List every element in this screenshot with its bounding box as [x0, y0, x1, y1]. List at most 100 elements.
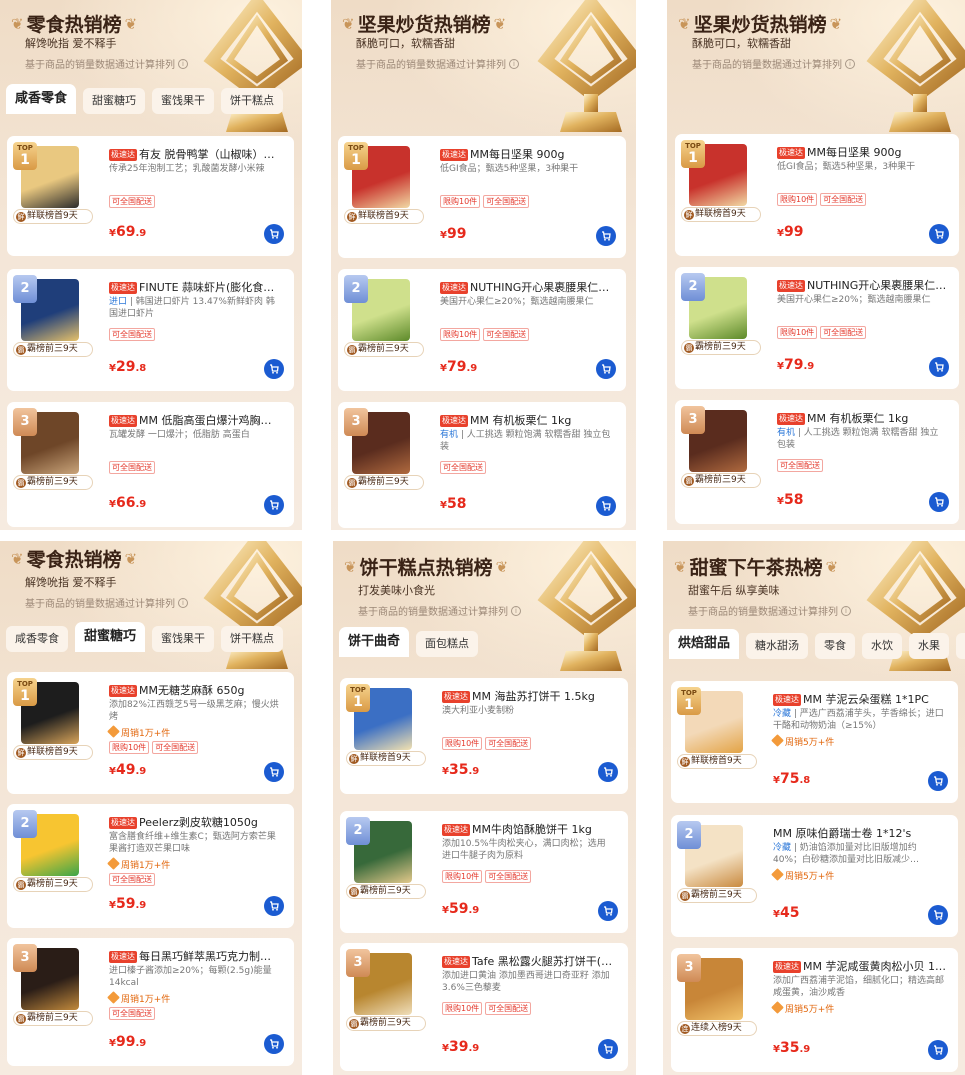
product-card[interactable]: TOP 1 鲜鲜联榜首9天 极速达 MM每日坚果 900g 低GI食品；甄选5种坚果，3种… — [675, 134, 959, 256]
currency-symbol: ¥ — [109, 900, 116, 911]
add-to-cart-button[interactable] — [929, 224, 949, 244]
product-card[interactable]: 2 霸霸榜前三9天 极速达 NUTHING开心果裹腰果仁… 美国开心果仁≥20%；甄选越… — [338, 269, 626, 391]
category-tab[interactable]: 面包糕点 — [416, 631, 479, 657]
category-tab[interactable]: 甜蜜糖巧 — [75, 622, 146, 652]
category-tab[interactable]: 水饮 — [862, 633, 903, 659]
product-desc: 低GI食品；甄选5种坚果，3种果干 — [440, 163, 612, 175]
product-card[interactable]: TOP 1 鲜鲜联榜首9天 极速达 MM每日坚果 900g 低GI食品；甄选5种坚果，3种… — [338, 136, 626, 258]
add-to-cart-button[interactable] — [264, 762, 284, 782]
product-title[interactable]: 极速达 MM无糖芝麻酥 650g — [109, 682, 284, 698]
product-card[interactable]: TOP 1 鲜鲜联榜首9天 极速达 MM无糖芝麻酥 650g 添加82%江西赣芝5号一级黑… — [7, 672, 294, 794]
add-to-cart-button[interactable] — [598, 1039, 618, 1059]
add-to-cart-button[interactable] — [596, 496, 616, 516]
price-decimal: .9 — [468, 1043, 480, 1054]
product-tag: 可全国配送 — [109, 873, 155, 886]
category-tab[interactable]: 咸香零食 — [6, 84, 77, 114]
add-to-cart-button[interactable] — [596, 359, 616, 379]
laurel-left-icon: ❦ — [11, 549, 24, 568]
add-to-cart-button[interactable] — [929, 492, 949, 512]
product-card[interactable]: 3 霸霸榜前三9天 极速达 每日黑巧鲜萃黑巧克力制… 进口榛子酱添加≥20%；每颗(2.… — [7, 938, 294, 1066]
rank-badge: 3 — [346, 949, 370, 977]
product-title-text: MM牛肉馅酥脆饼干 1kg — [472, 823, 592, 836]
panel-title: ❦ 零食热销榜 ❦ — [8, 545, 140, 572]
product-title[interactable]: 极速达 有友 脱骨鸭掌（山椒味）… — [109, 146, 284, 162]
product-title[interactable]: 极速达 MM每日坚果 900g — [440, 146, 616, 162]
add-to-cart-button[interactable] — [264, 495, 284, 515]
category-tab[interactable]: 甜蜜糖巧 — [83, 88, 146, 114]
product-title[interactable]: 极速达 NUTHING开心果裹腰果仁… — [777, 277, 949, 293]
product-card[interactable]: TOP 1 鲜鲜联榜首9天 极速达 MM 海盐苏打饼干 1.5kg 澳大利亚小麦制粉 限购1… — [340, 678, 628, 794]
product-card[interactable]: 3 霸霸榜前三9天 极速达 Tafe 黑松露火腿苏打饼干(… 添加进口黄油 添加墨西哥进… — [340, 943, 628, 1071]
category-tab[interactable]: 糖水甜汤 — [746, 633, 809, 659]
product-card[interactable]: 2 霸霸榜前三9天 极速达 FINUTE 蒜味虾片(膨化食… 进口 | 韩国进口虾片 1… — [7, 269, 294, 391]
add-to-cart-button[interactable] — [264, 224, 284, 244]
product-card[interactable]: TOP 1 鲜鲜联榜首9天 极速达 有友 脱骨鸭掌（山椒味）… 传承25年泡制工艺；乳酸菌… — [7, 136, 294, 256]
cart-icon — [604, 767, 613, 777]
product-title[interactable]: MM 原味伯爵瑞士卷 1*12's — [773, 825, 948, 841]
category-tab[interactable]: 饼干糕点 — [221, 88, 284, 114]
category-tab[interactable]: 烘焙甜品 — [669, 629, 740, 659]
product-card[interactable]: TOP 1 鲜鲜联榜首9天 极速达 MM 芋泥云朵蛋糕 1*1PC 冷藏 | 严选广西荔浦… — [671, 681, 958, 803]
product-title[interactable]: 极速达 MM 海盐苏打饼干 1.5kg — [442, 688, 618, 704]
desc-divider: | — [127, 297, 136, 307]
info-icon[interactable]: i — [509, 58, 519, 69]
add-to-cart-button[interactable] — [596, 226, 616, 246]
panel-note: 基于商品的销量数据通过计算排列 i — [692, 56, 855, 71]
product-card[interactable]: 2 霸霸榜前三9天 MM 原味伯爵瑞士卷 1*12's 冷藏 | 奶油馅添加量对比旧版… — [671, 815, 958, 937]
product-card[interactable]: 2 霸霸榜前三9天 极速达 NUTHING开心果裹腰果仁… 美国开心果仁≥20%；甄选越… — [675, 267, 959, 389]
add-to-cart-button[interactable] — [264, 359, 284, 379]
info-icon[interactable]: i — [178, 58, 188, 69]
product-title[interactable]: 极速达 MM 芋泥云朵蛋糕 1*1PC — [773, 691, 948, 707]
category-tab[interactable]: 蜜饯果干 — [152, 88, 215, 114]
product-desc: 澳大利亚小麦制粉 — [442, 705, 614, 717]
add-to-cart-button[interactable] — [598, 901, 618, 921]
info-icon[interactable]: i — [511, 605, 521, 616]
product-title[interactable]: 极速达 MM 芋泥咸蛋黄肉松小贝 1… — [773, 958, 948, 974]
info-icon[interactable]: i — [845, 58, 855, 69]
ribbon-icon: 霸 — [684, 476, 694, 486]
product-price: ¥35.9 — [442, 762, 479, 778]
category-tab[interactable]: 鲜 — [956, 633, 965, 659]
add-to-cart-button[interactable] — [928, 905, 948, 925]
product-card[interactable]: 2 霸霸榜前三9天 极速达 Peelerz剥皮软糖1050g 富含膳食纤维+维生素C；甄… — [7, 804, 294, 928]
add-to-cart-button[interactable] — [929, 357, 949, 377]
product-title[interactable]: 极速达 MM牛肉馅酥脆饼干 1kg — [442, 821, 618, 837]
category-tab[interactable]: 饼干糕点 — [221, 626, 284, 652]
product-card[interactable]: 2 霸霸榜前三9天 极速达 MM牛肉馅酥脆饼干 1kg 添加10.5%牛肉松夹心，满口肉… — [340, 811, 628, 933]
category-tab[interactable]: 水果 — [909, 633, 950, 659]
add-to-cart-button[interactable] — [928, 771, 948, 791]
product-title[interactable]: 极速达 每日黑巧鲜萃黑巧克力制… — [109, 948, 284, 964]
product-title[interactable]: 极速达 Peelerz剥皮软糖1050g — [109, 814, 284, 830]
add-to-cart-button[interactable] — [264, 896, 284, 916]
rank-badge: TOP 1 — [13, 142, 37, 170]
rank-number: 1 — [688, 150, 698, 166]
rank-badge: 3 — [677, 954, 701, 982]
add-to-cart-button[interactable] — [264, 1034, 284, 1054]
product-title[interactable]: 极速达 FINUTE 蒜味虾片(膨化食… — [109, 279, 284, 295]
category-tab[interactable]: 饼干曲奇 — [339, 627, 410, 657]
product-title[interactable]: 极速达 MM每日坚果 900g — [777, 144, 949, 160]
weekly-sales: 周销1万+件 — [107, 991, 170, 1005]
add-to-cart-button[interactable] — [598, 762, 618, 782]
product-card[interactable]: 3 连连续入榜9天 极速达 MM 芋泥咸蛋黄肉松小贝 1… 添加广西荔浦芋泥馅，细腻化口… — [671, 948, 958, 1072]
product-tags: 可全国配送 — [109, 328, 158, 341]
product-title[interactable]: 极速达 MM 有机板栗仁 1kg — [777, 410, 949, 426]
ribbon-text: 霸榜前三9天 — [358, 477, 409, 487]
category-tab[interactable]: 咸香零食 — [6, 626, 68, 652]
category-tab[interactable]: 蜜饯果干 — [152, 626, 215, 652]
product-title[interactable]: 极速达 MM 有机板栗仁 1kg — [440, 412, 616, 428]
add-to-cart-button[interactable] — [928, 1040, 948, 1060]
rank-ribbon: 霸霸榜前三9天 — [346, 1016, 426, 1031]
product-card[interactable]: 3 霸霸榜前三9天 极速达 MM 有机板栗仁 1kg 有机 | 人工挑选 颗粒饱满 软糯… — [675, 400, 959, 524]
product-desc: 添加10.5%牛肉松夹心，满口肉松；选用进口牛腿子肉为原料 — [442, 838, 614, 862]
product-title[interactable]: 极速达 NUTHING开心果裹腰果仁… — [440, 279, 616, 295]
product-card[interactable]: 3 霸霸榜前三9天 极速达 MM 有机板栗仁 1kg 有机 | 人工挑选 颗粒饱满 软糯… — [338, 402, 626, 528]
category-tab[interactable]: 零食 — [815, 633, 856, 659]
product-title[interactable]: 极速达 Tafe 黑松露火腿苏打饼干(… — [442, 953, 618, 969]
product-card[interactable]: 3 霸霸榜前三9天 极速达 MM 低脂高蛋白爆汁鸡胸… 瓦罐发酵 一口爆汁；低脂肪 高蛋… — [7, 402, 294, 527]
product-title[interactable]: 极速达 MM 低脂高蛋白爆汁鸡胸… — [109, 412, 284, 428]
product-desc: 有机 | 人工挑选 颗粒饱满 软糯香甜 独立包装 — [440, 429, 612, 453]
info-icon[interactable]: i — [841, 605, 851, 616]
product-title-text: MM无糖芝麻酥 650g — [139, 684, 245, 697]
info-icon[interactable]: i — [178, 597, 188, 608]
